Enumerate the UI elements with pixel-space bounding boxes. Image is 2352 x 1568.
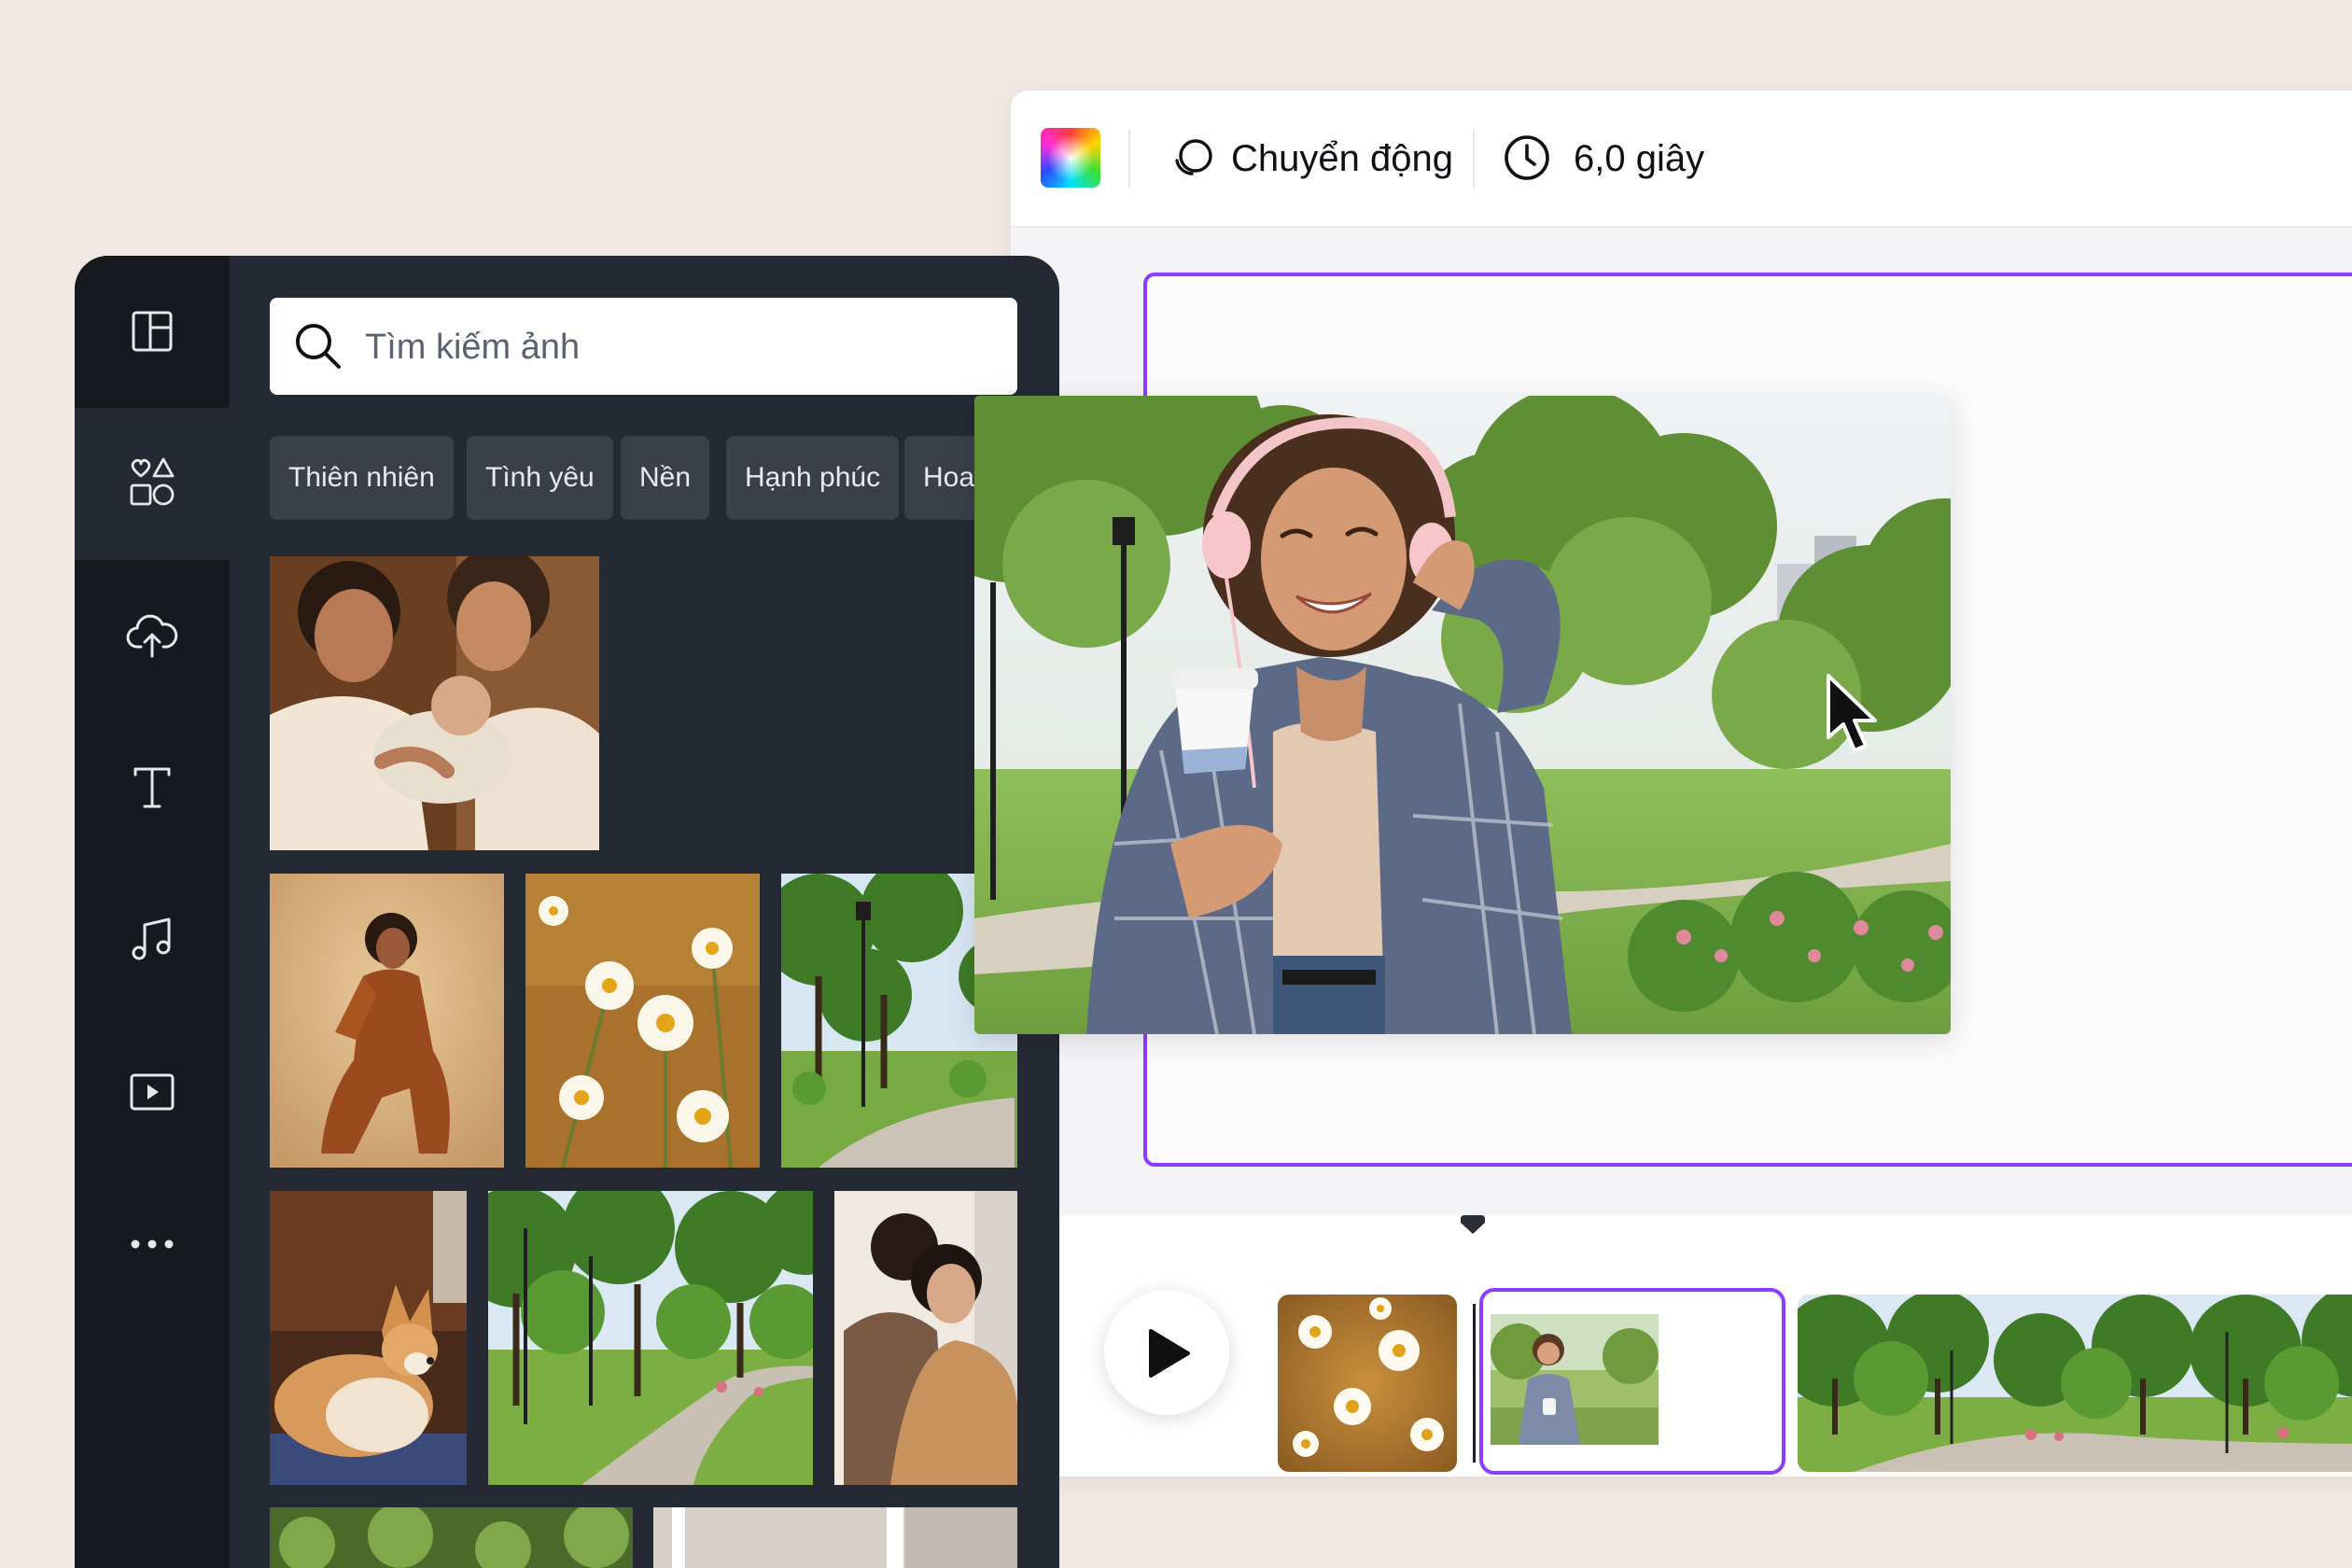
sidebar-rail	[75, 256, 230, 1568]
sidebar-item-layout[interactable]	[75, 256, 230, 408]
animate-icon[interactable]	[1168, 133, 1218, 183]
search-bar[interactable]	[270, 298, 1017, 397]
timeline-clip-daisies[interactable]	[1278, 1295, 1457, 1472]
photo-greenery[interactable]	[270, 1507, 633, 1568]
timeline	[1011, 1215, 2352, 1477]
photo-woman-rust[interactable]	[270, 874, 504, 1168]
clock-icon[interactable]	[1502, 133, 1552, 183]
photo-interior[interactable]	[653, 1507, 1017, 1568]
playhead[interactable]	[1473, 1304, 1476, 1463]
chip-happiness[interactable]: Hạnh phúc	[726, 436, 900, 520]
timeline-clip-park[interactable]	[1798, 1295, 2352, 1472]
playhead-handle[interactable]	[1459, 1215, 1487, 1236]
photo-family[interactable]	[270, 556, 599, 850]
toolbar-divider	[1128, 130, 1130, 188]
photo-couple[interactable]	[834, 1191, 1017, 1485]
play-button[interactable]	[1104, 1290, 1229, 1415]
search-input[interactable]	[363, 298, 1001, 397]
play-icon	[1149, 1329, 1190, 1378]
sidebar-item-elements[interactable]	[75, 408, 230, 560]
duration-button-label[interactable]: 6,0 giây	[1574, 133, 1704, 184]
sidebar-item-uploads[interactable]	[75, 560, 230, 712]
text-icon	[133, 767, 171, 808]
timeline-clip-thumb	[1491, 1314, 1659, 1445]
photo-corgi[interactable]	[270, 1191, 467, 1485]
animate-button-label[interactable]: Chuyển động	[1231, 133, 1453, 184]
sidebar-item-videos[interactable]	[75, 1016, 230, 1169]
more-icon	[131, 1239, 174, 1249]
photo-park-path[interactable]	[488, 1191, 813, 1485]
chip-background[interactable]: Nền	[621, 436, 710, 520]
sidebar-item-audio[interactable]	[75, 864, 230, 1016]
toolbar-divider	[1473, 130, 1475, 188]
elements-icon	[130, 457, 175, 506]
canvas-photo[interactable]	[974, 396, 1951, 1034]
upload-cloud-icon	[126, 614, 178, 658]
sidebar-item-more[interactable]	[75, 1169, 230, 1321]
color-picker-icon[interactable]	[1041, 128, 1100, 188]
category-chips: Thiên nhiên Tình yêu Nền Hạnh phúc Hoa	[270, 436, 1054, 520]
side-panel: Thiên nhiên Tình yêu Nền Hạnh phúc Hoa	[75, 256, 1059, 1568]
timeline-clip-selected[interactable]	[1479, 1288, 1785, 1475]
stage: Chuyển động 6,0 giây Tìm kiếm ảnh Thiên …	[0, 0, 2352, 1568]
editor-toolbar: Chuyển động 6,0 giây	[1011, 91, 2352, 228]
sidebar-item-text[interactable]	[75, 712, 230, 864]
layout-icon	[132, 311, 173, 352]
music-icon	[132, 917, 171, 960]
search-icon	[296, 324, 341, 369]
mouse-cursor-icon	[1827, 674, 1877, 752]
chip-love[interactable]: Tình yêu	[467, 436, 613, 520]
video-icon	[130, 1073, 175, 1111]
photo-daisies[interactable]	[525, 874, 760, 1168]
chip-nature[interactable]: Thiên nhiên	[270, 436, 454, 520]
